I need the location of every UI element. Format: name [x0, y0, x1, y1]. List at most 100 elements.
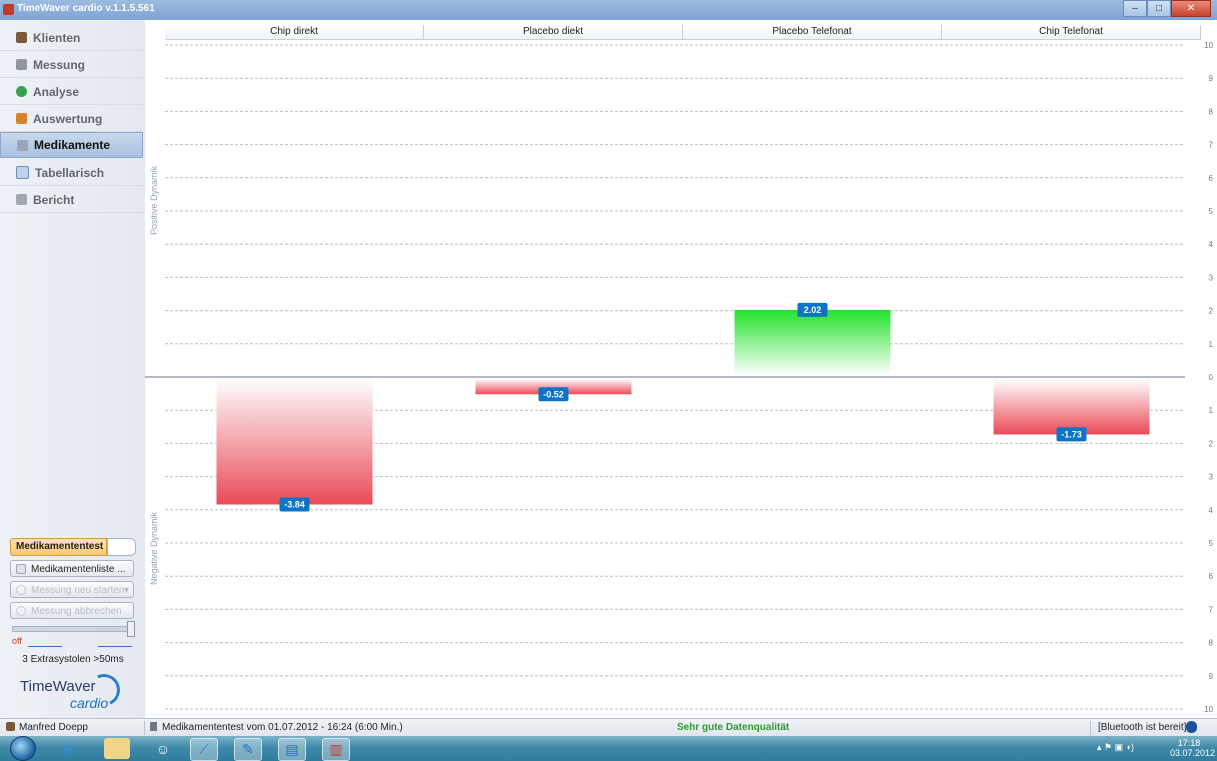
toggle-switch[interactable] [106, 538, 136, 556]
sidebar-item-bericht[interactable]: Bericht [0, 187, 143, 213]
close-button[interactable]: ✕ [1171, 0, 1211, 17]
y-tick-label: 9 [1209, 74, 1214, 83]
user-app-icon[interactable]: ☺ [150, 738, 176, 759]
sidebar-item-medikamente[interactable]: Medikamente [0, 132, 143, 158]
data-quality: Sehr gute Datenqualität [677, 722, 790, 733]
sidebar-item-messung[interactable]: Messung [0, 52, 143, 78]
restart-measurement-button[interactable]: Messung neu starten ▾ [10, 581, 134, 598]
logo-text: TimeWaver [20, 678, 96, 695]
medikamententest-toggle[interactable]: Medikamententest [10, 538, 136, 556]
user-status: Manfred Doepp [6, 722, 88, 733]
tray-icons[interactable]: ▴ ⚑ ▣ ◖) [1097, 742, 1134, 753]
clock-date: 03.07.2012 [1170, 748, 1216, 758]
value-label: -3.84 [284, 499, 305, 509]
timewaver-analysis-icon[interactable]: ✎ [234, 738, 262, 761]
sidebar: Klienten Messung Analyse Auswertung Medi… [0, 20, 146, 718]
button-label: Messung abbrechen [31, 606, 122, 617]
sidebar-item-label: Tabellarisch [35, 165, 105, 180]
y-tick-label: 7 [1209, 605, 1214, 614]
sidebar-item-klienten[interactable]: Klienten [0, 25, 143, 51]
maximize-button[interactable]: □ [1147, 0, 1171, 17]
slider-off-label: off [12, 636, 22, 646]
y-tick-label: 3 [1209, 273, 1214, 282]
status-bar: Manfred Doepp Medikamententest vom 01.07… [0, 718, 1217, 737]
chart-app-icon[interactable]: ▥ [322, 738, 350, 761]
ecg-wave-icon [28, 634, 62, 647]
y-tick-label: 2 [1209, 307, 1214, 316]
clock-time: 17:18 [1177, 738, 1201, 748]
button-label: Messung neu starten [31, 585, 125, 596]
chart-plot: 10987654321012345678910-3.84-0.522.02-1.… [145, 41, 1214, 714]
extrasystole-slider[interactable] [12, 621, 135, 637]
restart-icon [16, 585, 26, 595]
y-tick-label: 1 [1209, 340, 1214, 349]
session-text: Medikamententest vom 01.07.2012 - 16:24 … [162, 722, 403, 733]
y-tick-label: 4 [1209, 506, 1214, 515]
y-tick-label: 3 [1209, 473, 1214, 482]
y-tick-label: 9 [1209, 672, 1214, 681]
person-icon [6, 722, 15, 731]
sidebar-item-analyse[interactable]: Analyse [0, 79, 143, 105]
bar [734, 309, 891, 375]
bar [216, 379, 373, 505]
print-icon [16, 194, 27, 205]
app-icon [3, 4, 14, 15]
clock[interactable]: 17:18 03.07.2012 [1170, 738, 1215, 758]
document-icon[interactable]: ▤ [278, 738, 306, 761]
medikamentenliste-button[interactable]: Medikamentenliste ... [10, 560, 134, 577]
chevron-down-icon: ▾ [123, 585, 129, 596]
sidebar-item-label: Klienten [33, 30, 81, 45]
ie-icon[interactable]: e [55, 738, 81, 759]
window-title: TimeWaver cardio v.1.1.5.561 [17, 3, 155, 14]
sidebar-item-label: Analyse [33, 84, 80, 99]
sidebar-item-label: Bericht [33, 192, 75, 207]
y-tick-label: 7 [1209, 141, 1214, 150]
table-icon [16, 166, 29, 179]
medicine-icon [17, 139, 28, 151]
y-tick-label: 5 [1209, 539, 1214, 548]
y-tick-label: 6 [1209, 572, 1214, 581]
user-name: Manfred Doepp [19, 722, 88, 733]
y-tick-label: 8 [1209, 639, 1214, 648]
bluetooth-status: [Bluetooth ist bereit] [1098, 722, 1187, 733]
divider [144, 721, 145, 735]
toggle-label: Medikamententest [10, 538, 107, 556]
y-tick-label: 10 [1204, 41, 1213, 50]
session-status: Medikamententest vom 01.07.2012 - 16:24 … [150, 722, 403, 733]
button-label: Medikamentenliste ... [31, 564, 126, 575]
device-icon [16, 59, 27, 70]
medication-chart: Chip direkt Placebo diekt Placebo Telefo… [145, 20, 1217, 718]
timewaver-logo: TimeWaver cardio [20, 669, 125, 712]
analyse-icon [16, 86, 27, 97]
start-button[interactable] [10, 736, 36, 761]
value-label: -0.52 [543, 389, 564, 399]
sidebar-item-label: Medikamente [34, 138, 111, 152]
y-tick-label: 6 [1209, 174, 1214, 183]
sidebar-item-label: Messung [33, 57, 86, 72]
system-tray: ▴ ⚑ ▣ ◖) 17:18 03.07.2012 [1087, 736, 1217, 761]
monitor-icon [16, 113, 27, 124]
minimize-button[interactable]: – [1123, 0, 1147, 17]
sidebar-item-label: Auswertung [33, 111, 103, 126]
y-tick-label: 10 [1204, 705, 1213, 714]
abort-measurement-button[interactable]: Messung abbrechen [10, 602, 134, 619]
title-bar: TimeWaver cardio v.1.1.5.561 – □ ✕ [0, 0, 1217, 20]
y-tick-label: 1 [1209, 406, 1214, 415]
ecg-wave-icon [98, 634, 132, 647]
stop-icon [16, 606, 26, 616]
value-label: 2.02 [804, 305, 822, 315]
sidebar-item-auswertung[interactable]: Auswertung [0, 106, 143, 132]
medicine-icon [16, 564, 26, 574]
value-label: -1.73 [1061, 429, 1082, 439]
device-icon [150, 722, 157, 731]
extrasystoles-text: 3 Extrasystolen >50ms [22, 654, 124, 665]
bluetooth-icon [1186, 721, 1197, 733]
sidebar-item-tabellarisch[interactable]: Tabellarisch [0, 160, 143, 186]
divider [1090, 721, 1091, 735]
y-tick-label: 8 [1209, 107, 1214, 116]
explorer-icon[interactable] [104, 738, 130, 759]
y-tick-label: 5 [1209, 207, 1214, 216]
timewaver-icon[interactable]: ⟋ [190, 738, 218, 761]
y-tick-label: 0 [1209, 373, 1214, 382]
person-icon [16, 32, 27, 43]
